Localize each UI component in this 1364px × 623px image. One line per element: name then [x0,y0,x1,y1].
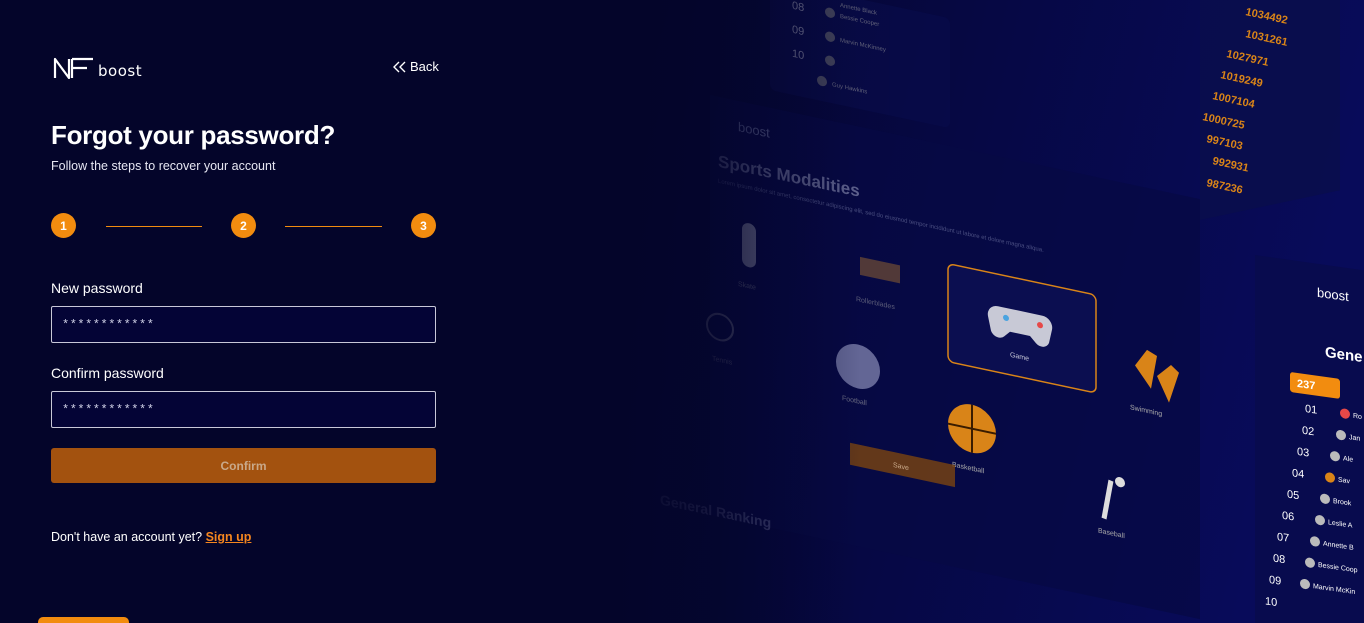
step-2: 2 [231,213,256,238]
right-panel-title: Gene [1325,344,1362,366]
panel-rank: 07 [1277,531,1289,545]
sport-label: Baseball [1098,528,1125,541]
bg-rank-num: 10 [792,48,804,62]
bg-logo-text: boost [738,119,770,141]
sport-label: Skate [738,281,756,292]
score-value: 1000725 [1201,111,1245,132]
right-panel-badge: 237 [1297,378,1315,393]
modalities-title: Sports Modalities [718,151,860,201]
step-3: 3 [411,213,436,238]
confirm-password-input[interactable] [51,391,436,428]
bottom-tab[interactable] [38,617,129,623]
panel-rank: 06 [1282,510,1294,524]
confirm-password-label: Confirm password [51,365,164,381]
panel-rank: 10 [1265,595,1277,609]
bg-rank-name: Annette Black [840,3,878,17]
panel-rank: 04 [1292,467,1304,481]
right-ranking-panel: boost Gene 237 01 02 03 04 05 06 07 08 0… [1255,255,1364,623]
panel-name: Brook [1333,498,1352,508]
sports-card: boost Sports Modalities Lorem ipsum dolo… [660,95,1200,620]
panel-name: Bessie Coop [1318,562,1358,575]
signup-prompt: Don't have an account yet? Sign up [51,530,251,544]
background-mockup: 08 09 10 Annette Black Bessie Cooper Mar… [600,0,1364,623]
confirm-button[interactable]: Confirm [51,448,436,483]
step-1: 1 [51,213,76,238]
recovery-panel: boost Back Forgot your password? Follow … [0,0,490,623]
right-panel-logo: boost [1317,285,1349,304]
panel-rank: 02 [1302,425,1314,439]
page-title: Forgot your password? [51,120,336,150]
signup-link[interactable]: Sign up [206,530,252,544]
panel-name: Marvin McKin [1313,583,1355,596]
top-ranking-card: 08 09 10 Annette Black Bessie Cooper Mar… [770,0,950,128]
bg-rank-name: Guy Hawkins [832,82,867,95]
panel-rank: 03 [1297,446,1309,460]
bg-save-label: Save [893,462,909,472]
panel-name: Leslie A [1328,519,1353,529]
panel-rank: 09 [1269,574,1281,588]
step-connector [285,226,382,227]
background-fade [600,0,860,623]
score-value: 1019249 [1219,69,1263,90]
sport-label: Football [842,395,867,407]
new-password-label: New password [51,280,143,296]
sport-label: Tennis [712,355,733,366]
double-chevron-left-icon [393,61,406,72]
panel-rank: 05 [1287,489,1299,503]
score-card [1200,0,1340,220]
score-value: 997103 [1205,133,1243,152]
general-ranking-title: General Ranking [660,492,771,531]
bg-rank-name: Bessie Cooper [840,14,879,28]
score-value: 1031261 [1244,28,1288,49]
panel-name: Sav [1338,477,1351,486]
signup-prompt-text: Don't have an account yet? [51,530,203,544]
score-list: 1034492 1031261 1027971 1019249 1007104 … [1201,6,1288,196]
score-value: 1027971 [1225,48,1269,69]
back-link[interactable]: Back [393,59,439,74]
panel-rank: 08 [1273,553,1285,567]
score-value: 987236 [1205,177,1243,196]
score-value: 992931 [1211,155,1249,174]
bg-rank-num: 09 [792,24,804,38]
back-label: Back [410,59,439,74]
bg-rank-name: Marvin McKinney [840,38,887,54]
score-value: 1034492 [1244,6,1288,27]
sport-label: Game [1010,352,1029,363]
panel-name: Ale [1343,455,1353,463]
score-value: 1007104 [1211,90,1256,111]
panel-rank: 01 [1305,403,1317,417]
sport-label: Rollerblades [856,296,895,311]
new-password-input[interactable] [51,306,436,343]
nf-logo-icon [53,57,93,79]
panel-name: Ro [1353,413,1362,421]
sport-label: Swimming [1130,404,1162,418]
brand-logo[interactable]: boost [53,57,142,79]
step-connector [106,226,202,227]
page-subtitle: Follow the steps to recover your account [51,159,276,173]
logo-text: boost [98,62,143,80]
panel-name: Annette B [1323,541,1354,552]
panel-name: Jan [1349,434,1360,443]
modalities-description: Lorem ipsum dolor sit amet, consectetur … [718,179,1044,254]
sport-label: Basketball [952,461,985,475]
bg-rank-num: 08 [792,0,804,14]
